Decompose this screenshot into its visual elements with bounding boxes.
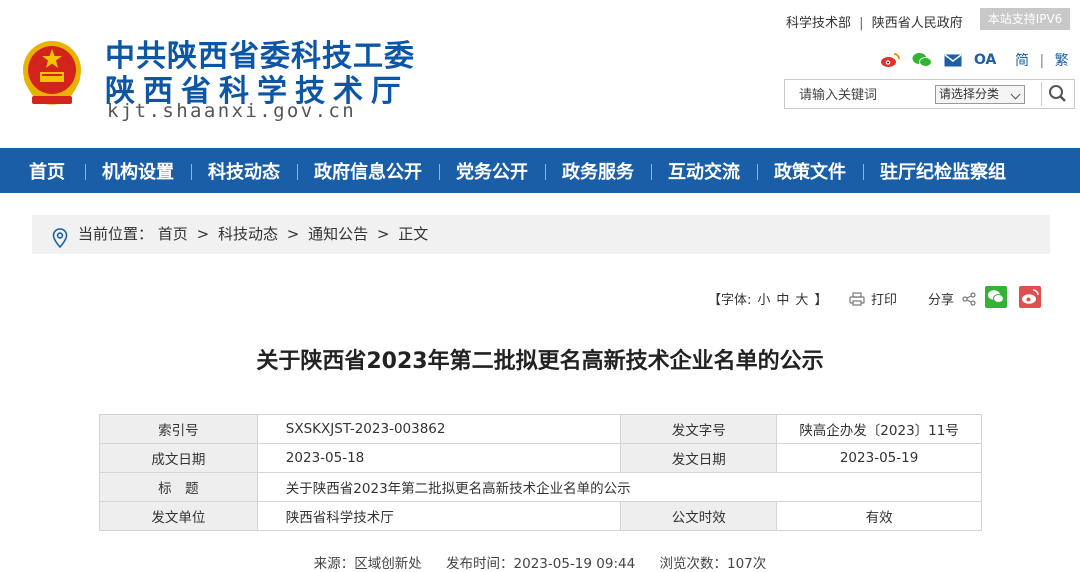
nav-discipline[interactable]: 驻厅纪检监察组	[863, 158, 1023, 184]
article-source: 来源：区域创新处	[313, 556, 422, 572]
nav-gov-services[interactable]: 政务服务	[545, 158, 651, 184]
chevron-down-icon	[1010, 89, 1021, 100]
share-label: 分享	[928, 293, 955, 308]
nav-sci-news[interactable]: 科技动态	[191, 158, 297, 184]
article-title: 关于陕西省2023年第二批拟更名高新技术企业名单的公示	[256, 349, 824, 374]
meta-value: 陕高企办发〔2023〕11号	[776, 414, 982, 444]
nav-home[interactable]: 首页	[0, 158, 85, 184]
lang-simplified[interactable]: 简	[1015, 53, 1029, 69]
article-meta-table: 索引号 SXSKXJST-2023-003862 发文字号 陕高企办发〔2023…	[99, 414, 983, 531]
site-domain: kjt.shaanxi.gov.cn	[107, 100, 357, 122]
breadcrumb-sep: >	[376, 225, 390, 243]
breadcrumb-notices[interactable]: 通知公告	[308, 225, 368, 243]
wechat-icon[interactable]	[912, 52, 932, 68]
link-most[interactable]: 科学技术部	[786, 16, 851, 31]
table-row: 索引号 SXSKXJST-2023-003862 发文字号 陕高企办发〔2023…	[99, 414, 982, 444]
search-icon	[1049, 85, 1066, 102]
meta-value: 2023-05-19	[776, 443, 982, 473]
lang-separator: |	[1039, 53, 1045, 69]
category-select-value: 请选择分类	[939, 87, 1000, 101]
nav-organization[interactable]: 机构设置	[85, 158, 191, 184]
social-icons: OA	[880, 50, 996, 70]
share-icon	[962, 292, 976, 306]
meta-key: 索引号	[99, 414, 258, 444]
meta-value: 有效	[776, 501, 982, 531]
meta-key: 发文字号	[620, 414, 778, 444]
mail-icon[interactable]	[944, 53, 962, 67]
meta-key: 公文时效	[620, 501, 778, 531]
nav-party-affairs[interactable]: 党务公开	[439, 158, 545, 184]
font-size-switch: 【字体: 小中大】	[705, 289, 830, 308]
nav-interaction[interactable]: 互动交流	[651, 158, 757, 184]
meta-key: 标 题	[99, 472, 258, 502]
share-label-group: 分享	[928, 289, 976, 308]
article-views: 浏览次数：107次	[659, 556, 767, 572]
breadcrumb: 当前位置： 首页 > 科技动态 > 通知公告 > 正文	[32, 215, 1050, 254]
oa-link[interactable]: OA	[974, 52, 996, 68]
table-row: 成文日期 2023-05-18 发文日期 2023-05-19	[99, 443, 982, 473]
meta-key: 发文单位	[99, 501, 258, 531]
link-separator: |	[859, 16, 864, 31]
search-button[interactable]	[1041, 82, 1072, 106]
font-small-button[interactable]: 小	[757, 293, 770, 308]
table-row: 标 题 关于陕西省2023年第二批拟更名高新技术企业名单的公示	[99, 472, 983, 502]
search-input[interactable]	[799, 86, 919, 101]
breadcrumb-sep: >	[286, 225, 300, 243]
main-nav: 首页 机构设置 科技动态 政府信息公开 党务公开 政务服务 互动交流 政策文件 …	[0, 148, 1080, 193]
meta-value: 陕西省科学技术厅	[256, 501, 622, 531]
ipv6-badge: 本站支持IPV6	[980, 8, 1070, 30]
breadcrumb-sep: >	[196, 225, 210, 243]
breadcrumb-home[interactable]: 首页	[158, 225, 188, 243]
location-pin-icon	[52, 224, 68, 263]
lang-traditional[interactable]: 繁	[1055, 53, 1069, 69]
site-header: 中共陕西省委科技工委 陕西省科学技术厅 kjt.shaanxi.gov.cn 科…	[0, 0, 1080, 148]
weibo-icon	[1022, 289, 1039, 304]
font-size-close: 】	[814, 293, 828, 308]
weibo-icon[interactable]	[880, 52, 900, 68]
print-label: 打印	[871, 293, 898, 308]
share-weibo-button[interactable]	[1019, 286, 1041, 308]
meta-value: 关于陕西省2023年第二批拟更名高新技术企业名单的公示	[256, 472, 983, 502]
nav-gov-info[interactable]: 政府信息公开	[297, 158, 439, 184]
table-row: 发文单位 陕西省科学技术厅 公文时效 有效	[99, 501, 982, 531]
meta-key: 成文日期	[99, 443, 258, 473]
breadcrumb-current: 正文	[398, 225, 429, 243]
category-select[interactable]: 请选择分类	[935, 85, 1025, 104]
article-publish-time: 发布时间：2023-05-19 09:44	[446, 556, 636, 572]
language-switch: 简 | 繁	[1015, 50, 1069, 70]
meta-value: SXSKXJST-2023-003862	[256, 414, 622, 444]
national-emblem-icon	[20, 38, 84, 108]
font-size-label: 【字体:	[708, 293, 752, 308]
search-bar: 请选择分类	[784, 79, 1075, 109]
printer-icon	[849, 292, 865, 306]
link-shaanxi-gov[interactable]: 陕西省人民政府	[872, 16, 963, 31]
print-button[interactable]: 打印	[849, 289, 897, 308]
font-large-button[interactable]: 大	[795, 293, 808, 308]
article-source-line: 来源：区域创新处 发布时间：2023-05-19 09:44 浏览次数：107次	[0, 552, 1080, 572]
top-links: 科学技术部 | 陕西省人民政府	[786, 12, 963, 31]
meta-value: 2023-05-18	[256, 443, 622, 473]
breadcrumb-sci-news[interactable]: 科技动态	[218, 225, 278, 243]
breadcrumb-prefix: 当前位置：	[78, 225, 154, 243]
meta-key: 发文日期	[620, 443, 778, 473]
wechat-icon	[988, 290, 1004, 303]
font-medium-button[interactable]: 中	[776, 293, 789, 308]
share-wechat-button[interactable]	[985, 286, 1007, 308]
nav-policy[interactable]: 政策文件	[757, 158, 863, 184]
